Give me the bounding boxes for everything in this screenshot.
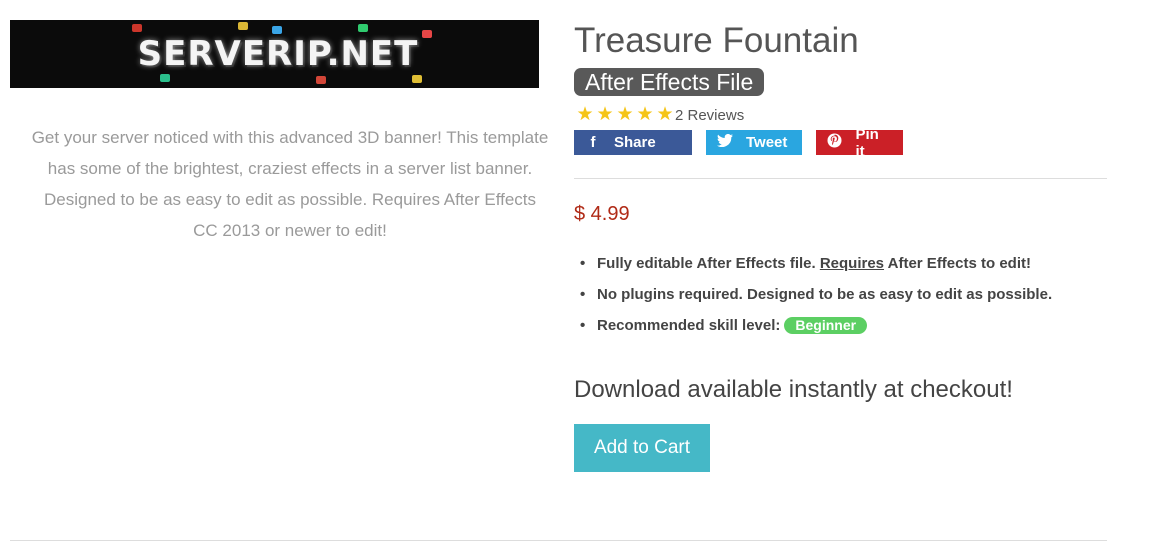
requires-link[interactable]: Requires <box>820 255 884 272</box>
divider <box>574 178 1107 179</box>
add-to-cart-button[interactable]: Add to Cart <box>574 424 710 472</box>
pinterest-pin-button[interactable]: Pin it <box>816 126 903 160</box>
rating-stars: ★ ★ ★ ★ ★ <box>575 104 675 126</box>
list-item: • No plugins required. Designed to be as… <box>580 284 1052 315</box>
reviews-link[interactable]: 2 Reviews <box>675 107 744 124</box>
pinterest-icon <box>826 133 843 152</box>
star-icon: ★ <box>596 104 614 125</box>
star-icon: ★ <box>616 104 634 125</box>
feature-text: Recommended skill level: <box>597 317 781 334</box>
twitter-icon <box>716 133 734 151</box>
feature-list: • Fully editable After Effects file. Req… <box>580 253 1052 346</box>
twitter-tweet-label: Tweet <box>746 134 788 151</box>
product-title: Treasure Fountain <box>574 21 859 60</box>
skill-level-badge: Beginner <box>784 317 868 334</box>
bullet-icon: • <box>580 286 586 303</box>
list-item: • Recommended skill level: Beginner <box>580 315 1052 346</box>
product-banner-image: SERVERIP.NET <box>10 20 539 88</box>
product-price: $ 4.99 <box>574 203 630 225</box>
star-icon: ★ <box>636 104 654 125</box>
facebook-share-label: Share <box>614 134 656 151</box>
star-icon: ★ <box>576 104 594 125</box>
list-item: • Fully editable After Effects file. Req… <box>580 253 1052 284</box>
social-share-buttons: f Share Tweet Pin it <box>574 126 903 160</box>
banner-wordmark-area: SERVERIP.NET <box>128 28 428 80</box>
product-type-badge: After Effects File <box>574 68 765 96</box>
feature-text: Fully editable After Effects file. Requi… <box>597 253 1031 275</box>
twitter-tweet-button[interactable]: Tweet <box>706 130 802 155</box>
bullet-icon: • <box>580 255 586 272</box>
pinterest-pin-label: Pin it <box>855 125 879 160</box>
product-rating[interactable]: ★ ★ ★ ★ ★ 2 Reviews <box>575 104 744 126</box>
bullet-icon: • <box>580 317 586 334</box>
feature-text-part: After Effects to edit! <box>884 255 1031 272</box>
facebook-share-button[interactable]: f Share <box>574 130 692 155</box>
divider <box>10 540 1107 541</box>
feature-text-part: Fully editable After Effects file. <box>597 255 820 272</box>
product-description: Get your server noticed with this advanc… <box>31 128 549 240</box>
facebook-icon: f <box>590 134 596 151</box>
download-note: Download available instantly at checkout… <box>574 376 1013 403</box>
star-icon: ★ <box>656 104 674 125</box>
feature-text: No plugins required. Designed to be as e… <box>597 286 1053 303</box>
banner-wordmark: SERVERIP.NET <box>137 34 419 74</box>
